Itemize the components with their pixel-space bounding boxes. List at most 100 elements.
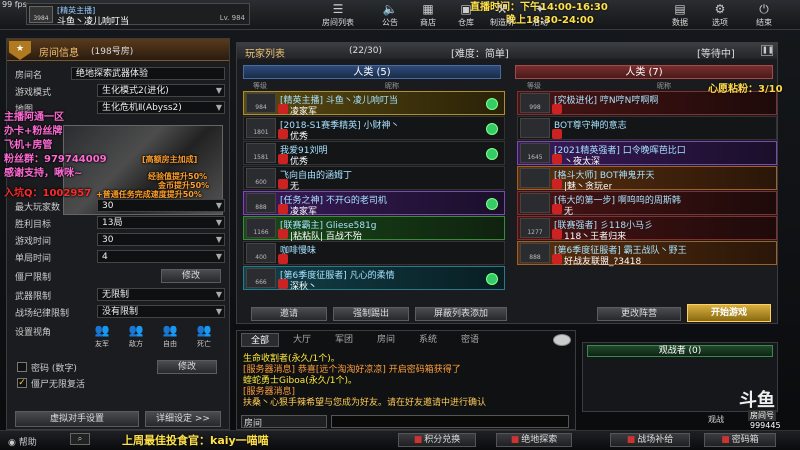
- red-team-slot[interactable]: BOT尊守神的意志: [517, 116, 777, 140]
- red-team-slot[interactable]: [格斗大师] BOT神鬼开天 |魅丶贪玩er: [517, 166, 777, 192]
- detail-settings-button[interactable]: 详细设定 >>: [145, 411, 221, 427]
- search-icon[interactable]: ⌕: [70, 433, 90, 445]
- blue-team-slot[interactable]: 666 [第6季度征服者] 凡心的柔情 深秋丶: [243, 266, 505, 292]
- victory-select[interactable]: 13局 ▼: [97, 216, 225, 229]
- player-count: (22/30): [349, 46, 382, 56]
- nav-depot-button[interactable]: ▣ 仓库: [446, 2, 486, 29]
- blue-team-slot[interactable]: 600 飞向自由的涵姆丁无: [243, 166, 505, 192]
- person-icon: 👥: [128, 323, 144, 337]
- clan-icon: [278, 229, 288, 239]
- chat-tab-2[interactable]: 军团: [325, 333, 363, 347]
- nav-shop-button[interactable]: ▦ 商店: [408, 2, 448, 29]
- player-list-panel: 玩家列表 (22/30) [难度：简单] [等待中] ❚❚ 人类 (5) 人类 …: [236, 42, 778, 324]
- view-option-2[interactable]: 👥 自由: [155, 323, 185, 353]
- view-option-label: 敌方: [129, 340, 143, 348]
- kick-button[interactable]: 强制踢出: [333, 307, 409, 321]
- view-option-3[interactable]: 👥 死亡: [189, 323, 219, 353]
- btn-label: 密码箱: [731, 435, 759, 445]
- nav-workshop-button[interactable]: ⚒ 制造所: [482, 2, 522, 29]
- max-players-select[interactable]: 30 ▼: [97, 199, 225, 212]
- block-list-button[interactable]: 屏蔽列表添加: [415, 307, 507, 321]
- player-slot-name: [2018-S1赛季精英] 小财神丶: [280, 121, 400, 131]
- player-slot-name: 我爱91刘明: [280, 146, 328, 156]
- round-time-select[interactable]: 4 ▼: [97, 250, 225, 263]
- setting-discipline: 战场纪律限制 没有限制 ▼: [11, 305, 225, 319]
- chat-tab-5[interactable]: 密语: [451, 333, 489, 347]
- player-card: 3984 [精英主播] 斗鱼丶凌儿响叮当 Lv. 984: [26, 3, 250, 27]
- supply-button[interactable]: ■ 战场补给: [610, 433, 690, 447]
- red-col-level: 等级: [527, 82, 541, 90]
- zombie-respawn-label: 僵尸无限复活: [31, 380, 86, 390]
- map-select[interactable]: 生化危机Ⅱ(Abyss2) ▼: [97, 101, 225, 114]
- chat-input[interactable]: [331, 415, 569, 428]
- blue-team-title: 人类 (5): [353, 67, 391, 78]
- clan-icon: [552, 129, 562, 139]
- blue-team-slot[interactable]: 1166 [联赛霸主] Gliese581g |粘粘队| 百战不殆: [243, 216, 505, 242]
- nav-rooms-button[interactable]: ☰ 房间列表: [318, 2, 358, 29]
- chat-channel-select[interactable]: 房间: [241, 415, 327, 429]
- red-team-slot[interactable]: 888 [第6季度征服者] 霸王战队丶野王 好战友联盟_?3418: [517, 241, 777, 267]
- field-label: 游戏模式: [15, 88, 52, 98]
- start-game-button[interactable]: 开始游戏: [687, 304, 771, 322]
- chat-tab-1[interactable]: 大厅: [283, 333, 321, 347]
- red-team-slot[interactable]: [伟大的第一步] 啊呜呜的周斯韩无: [517, 191, 777, 217]
- change-team-button[interactable]: 更改阵营: [597, 307, 681, 321]
- room-name-input[interactable]: 绝地探索武器体验: [71, 67, 225, 80]
- pause-icon[interactable]: ❚❚: [761, 45, 774, 56]
- blue-team-slot[interactable]: 1581 我爱91刘明 优秀: [243, 141, 505, 167]
- zombie-respawn-checkbox[interactable]: ✓: [17, 378, 27, 388]
- chat-tab-0[interactable]: 全部: [241, 333, 279, 347]
- view-option-label: 死亡: [197, 340, 211, 348]
- chevron-down-icon: ▼: [215, 307, 222, 316]
- blue-team-slot[interactable]: 984 [精英主播] 斗鱼丶凌儿响叮当 凌家军: [243, 91, 505, 117]
- invite-button[interactable]: 邀请: [251, 307, 327, 321]
- discipline-select[interactable]: 没有限制 ▼: [97, 305, 225, 318]
- red-team-title: 人类 (7): [625, 67, 663, 78]
- help-button[interactable]: ◉ 帮助: [8, 435, 37, 448]
- red-team-slot[interactable]: 1645 [2021精英强者] 口令晚晖芭比口 丶夜太深: [517, 141, 777, 167]
- blue-team-slot[interactable]: 400 咖啡慢味: [243, 241, 505, 265]
- blue-team-header[interactable]: 人类 (5): [243, 65, 501, 79]
- game-mode-select[interactable]: 生化模式2(进化) ▼: [97, 84, 225, 97]
- gift-icon: ■: [413, 435, 423, 445]
- view-option-0[interactable]: 👥 友军: [87, 323, 117, 353]
- rank-badge: 600: [246, 168, 276, 188]
- password-checkbox[interactable]: [17, 362, 27, 372]
- blue-team-slot[interactable]: 1801 [2018-S1赛季精英] 小财神丶 优秀: [243, 116, 505, 142]
- password-box-button[interactable]: ■ 密码箱: [704, 433, 776, 447]
- eye-icon[interactable]: [553, 334, 571, 346]
- nav-label: 制造所: [490, 18, 514, 27]
- rank-badge: 666: [246, 268, 276, 288]
- nav-event-button[interactable]: ✦ 活动: [520, 2, 560, 29]
- nav-data-button[interactable]: ▤ 数据: [660, 2, 700, 29]
- explore-button[interactable]: ■ 绝地探索: [496, 433, 572, 447]
- chevron-down-icon: ▼: [215, 103, 222, 112]
- map-value: 生化危机Ⅱ(Abyss2): [102, 103, 182, 113]
- view-option-1[interactable]: 👥 敌方: [121, 323, 151, 353]
- weapon-limit-select[interactable]: 无限制 ▼: [97, 288, 225, 301]
- blue-team-slot[interactable]: 888 [任务之神] 不开G的老司机 凌家军: [243, 191, 505, 217]
- field-game-mode: 游戏模式 生化模式2(进化) ▼: [11, 84, 225, 98]
- zombie-limit-modify-button[interactable]: 修改: [161, 269, 221, 283]
- clan-icon: [278, 129, 288, 139]
- room-info-header: ★ 房间信息 (198号房): [7, 39, 229, 61]
- virtual-opponent-button[interactable]: 虚拟对手设置: [15, 411, 139, 427]
- red-team-slot[interactable]: 1277 [联赛强者] 彡118小马彡 118丶王者归来: [517, 216, 777, 242]
- room-id: 999445: [750, 421, 781, 430]
- points-exchange-button[interactable]: ■ 积分兑换: [398, 433, 476, 447]
- clan-icon: [552, 204, 562, 214]
- ready-icon: [486, 273, 498, 285]
- overlay-line3: 飞机+房管: [4, 140, 53, 151]
- red-team-header[interactable]: 人类 (7): [515, 65, 773, 79]
- clan-icon: [278, 279, 288, 289]
- chat-tab-4[interactable]: 系统: [409, 333, 447, 347]
- clan-icon: [278, 254, 288, 264]
- password-modify-button[interactable]: 修改: [157, 360, 217, 374]
- nav-exit-button[interactable]: ⏻ 结束: [744, 2, 784, 29]
- game-time-select[interactable]: 30 ▼: [97, 233, 225, 246]
- chat-tab-3[interactable]: 房间: [367, 333, 405, 347]
- overlay-promo1: [高额房主加成]: [142, 155, 198, 164]
- setting-game-time: 游戏时间 30 ▼: [11, 233, 225, 247]
- nav-notice-button[interactable]: 🔈 公告: [370, 2, 410, 29]
- nav-options-button[interactable]: ⚙ 选项: [700, 2, 740, 29]
